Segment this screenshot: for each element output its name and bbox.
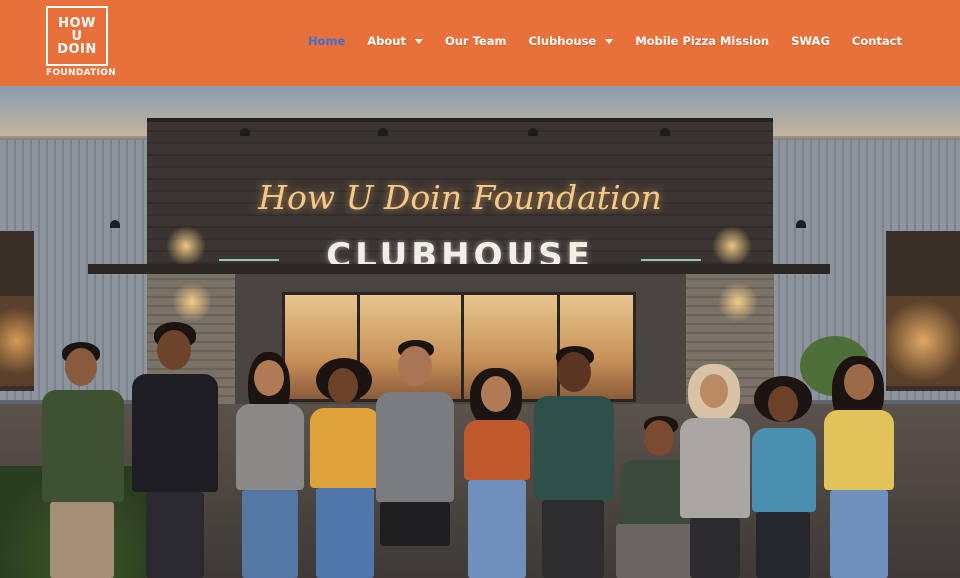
lamp-glow (172, 282, 212, 322)
chevron-down-icon (414, 38, 423, 44)
logo-line-3: DOIN (57, 41, 97, 57)
entrance-awning (88, 264, 830, 274)
nav-item-label: SWAG (791, 34, 830, 48)
nav-item-swag[interactable]: SWAG (791, 34, 830, 48)
wall-lamp-icon (110, 220, 120, 228)
site-logo[interactable]: HOW U DOIN FOUNDATION (46, 6, 117, 80)
logo-box: HOW U DOIN (46, 6, 108, 66)
nav-item-mobile-pizza-mission[interactable]: Mobile Pizza Mission (635, 34, 769, 48)
nav-item-our-team[interactable]: Our Team (445, 34, 507, 48)
lamp-glow (718, 282, 758, 322)
nav-item-label: About (367, 34, 406, 48)
site-header: HOW U DOIN FOUNDATION Home About Our Tea… (0, 0, 960, 86)
nav-item-label: Our Team (444, 34, 507, 48)
nav-item-label: Contact (851, 34, 902, 48)
wall-lamp-icon (528, 128, 538, 136)
student-figure (458, 368, 536, 578)
main-nav: Home About Our Team Clubhouse Mobile Piz… (286, 34, 902, 48)
wall-lamp-icon (240, 128, 250, 136)
nav-item-contact[interactable]: Contact (852, 34, 902, 48)
nav-item-home[interactable]: Home (308, 34, 345, 48)
lamp-glow (166, 226, 206, 266)
logo-line-2: U (71, 28, 83, 44)
sign-foundation-name: How U Doin Foundation (258, 178, 662, 217)
student-figure (372, 340, 458, 578)
clubhouse-sign-facade: How U Doin Foundation CLUBHOUSE (147, 118, 773, 276)
nav-item-label: Home (307, 34, 346, 48)
student-figure (232, 352, 308, 578)
student-figure (676, 364, 754, 578)
student-figure (746, 376, 822, 578)
wall-lamp-icon (660, 128, 670, 136)
student-figure (818, 356, 902, 578)
student-figure (126, 322, 224, 578)
interior-glow-left (0, 296, 34, 386)
logo-line-1: HOW (58, 15, 96, 31)
student-figure (530, 346, 618, 578)
nav-item-about[interactable]: About (367, 34, 423, 48)
nav-item-label: Clubhouse (528, 34, 597, 48)
nav-item-clubhouse[interactable]: Clubhouse (528, 34, 614, 48)
wall-lamp-icon (378, 128, 388, 136)
student-figure (38, 342, 128, 578)
logo-subtitle: FOUNDATION (46, 68, 117, 78)
sign-rule-right (641, 259, 701, 261)
wall-lamp-icon (796, 220, 806, 228)
lamp-glow (712, 226, 752, 266)
chevron-down-icon (605, 38, 614, 44)
nav-item-label: Mobile Pizza Mission (635, 34, 770, 48)
hero-image: How U Doin Foundation CLUBHOUSE (0, 86, 960, 578)
